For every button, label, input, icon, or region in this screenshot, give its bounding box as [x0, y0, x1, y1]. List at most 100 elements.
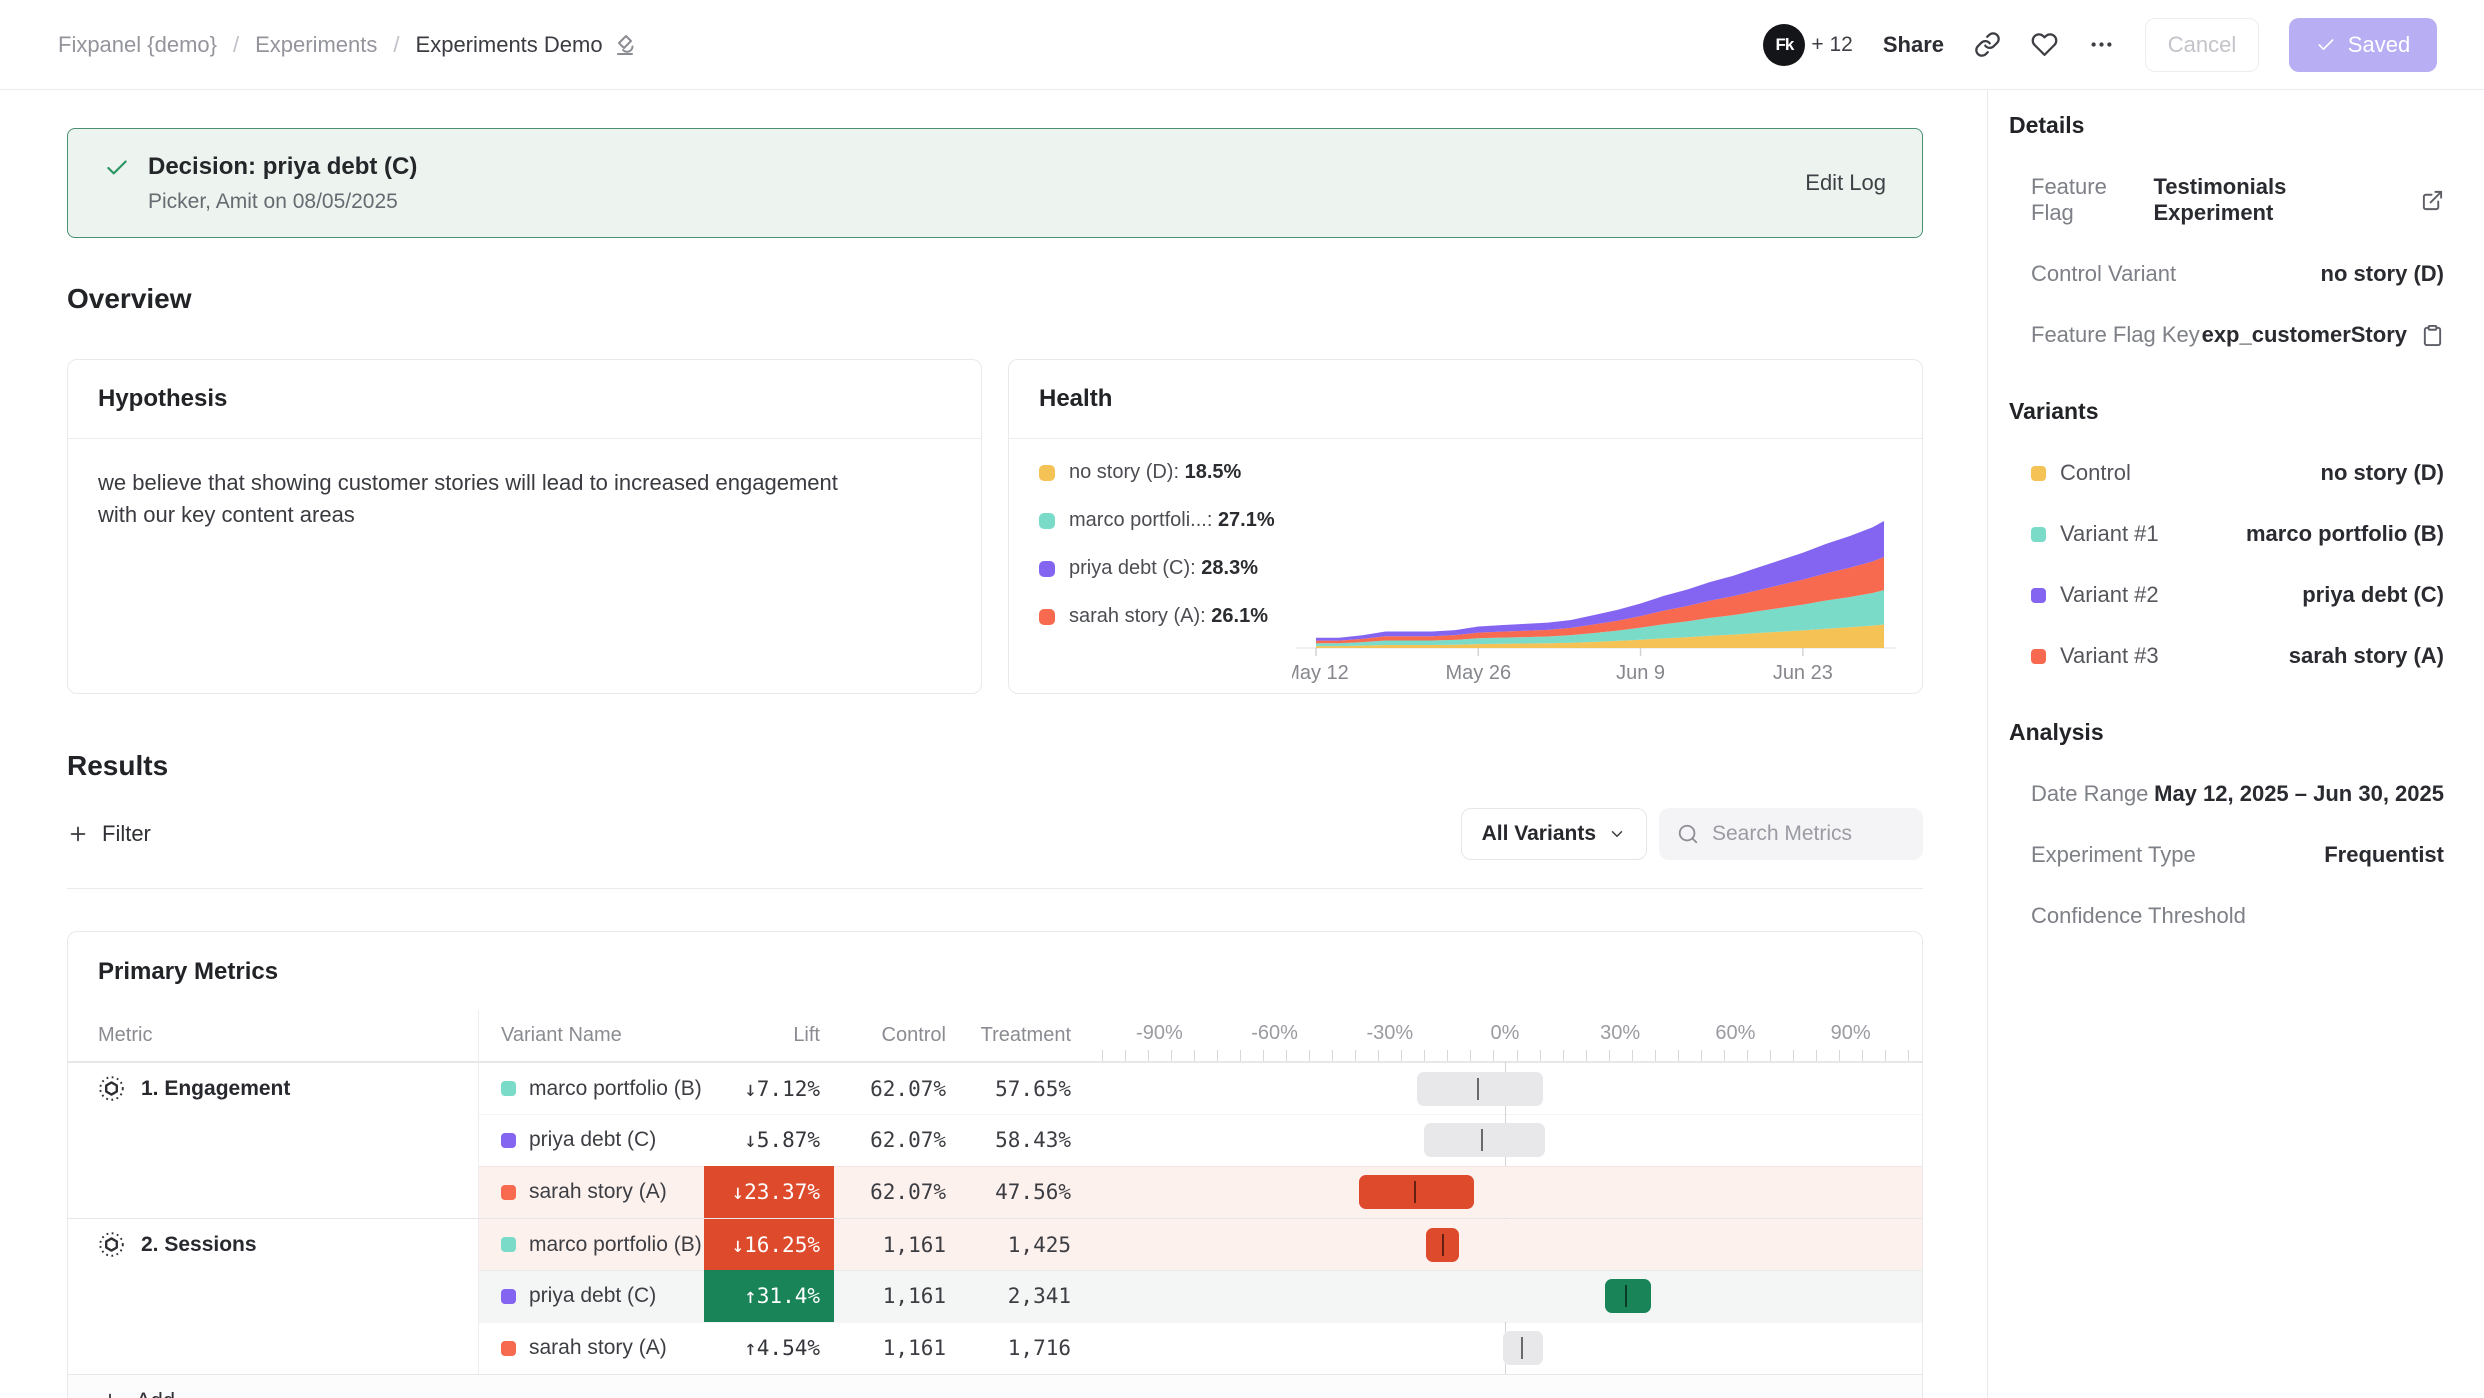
check-icon: [2316, 35, 2336, 55]
filter-label: Filter: [102, 821, 151, 847]
axis-minor-tick: [1286, 1050, 1287, 1061]
avatar[interactable]: Fk: [1763, 24, 1805, 66]
lift-center-tick: [1414, 1181, 1416, 1203]
row-data: priya debt (C)↓5.87%62.07%58.43%: [479, 1114, 1922, 1166]
variant-swatch: [501, 1237, 516, 1252]
column-header-control: Control: [834, 1010, 954, 1061]
axis-minor-tick: [1148, 1050, 1149, 1061]
treatment-cell: 1,716: [954, 1322, 1079, 1374]
variant-swatch: [501, 1341, 516, 1356]
treatment-cell: 47.56%: [954, 1166, 1079, 1218]
sidebar-row-value-text: no story (D): [2321, 460, 2444, 486]
decision-subtitle: Picker, Amit on 08/05/2025: [148, 190, 417, 214]
legend-swatch: [1039, 465, 1055, 481]
axis-minor-tick: [1171, 1050, 1172, 1061]
legend-swatch: [1039, 513, 1055, 529]
edit-log-link[interactable]: Edit Log: [1805, 170, 1886, 196]
x-axis-tick-label: Jun 23: [1773, 662, 1833, 684]
axis-minor-tick: [1678, 1050, 1679, 1061]
plus-icon: [67, 823, 89, 845]
share-button[interactable]: Share: [1883, 32, 1944, 58]
axis-minor-tick: [1770, 1050, 1771, 1061]
sidebar-row-label: Confidence Threshold: [2031, 903, 2246, 929]
collaborators-group[interactable]: Fk + 12: [1763, 24, 1852, 66]
treatment-cell: 58.43%: [954, 1114, 1079, 1166]
axis-minor-tick: [1724, 1050, 1725, 1061]
breadcrumb-separator: /: [233, 32, 239, 58]
sidebar-row-value: exp_customerStory: [2202, 322, 2444, 348]
axis-minor-tick: [1309, 1050, 1310, 1061]
treatment-cell: 57.65%: [954, 1063, 1079, 1114]
collaborators-count: + 12: [1811, 33, 1852, 57]
axis-minor-tick: [1609, 1050, 1610, 1061]
axis-minor-tick: [1217, 1050, 1218, 1061]
hypothesis-body: we believe that showing customer stories…: [68, 439, 898, 559]
sidebar-row-value-text: sarah story (A): [2289, 643, 2444, 669]
x-axis-tick-label: May 12: [1292, 662, 1349, 684]
axis-minor-tick: [1632, 1050, 1633, 1061]
variant-name: marco portfolio (B): [529, 1077, 702, 1101]
health-legend-item: no story (D): 18.5%: [1039, 461, 1275, 484]
sidebar-row-value: Testimonials Experiment: [2154, 174, 2445, 226]
variant-swatch: [2031, 527, 2046, 542]
lift-axis-header: -90%-60%-30%0%30%60%90%: [1079, 1010, 1922, 1061]
add-filter-button[interactable]: Filter: [67, 821, 151, 847]
axis-minor-tick: [1816, 1050, 1817, 1061]
cancel-button[interactable]: Cancel: [2145, 18, 2259, 72]
hypothesis-card: Hypothesis we believe that showing custo…: [67, 359, 982, 694]
plus-icon: [99, 1390, 121, 1398]
control-cell: 1,161: [834, 1322, 954, 1374]
external-link-icon[interactable]: [2421, 189, 2444, 212]
saved-button[interactable]: Saved: [2289, 18, 2437, 72]
variant-swatch: [501, 1289, 516, 1304]
control-cell: 1,161: [834, 1270, 954, 1322]
variant-swatch: [2031, 649, 2046, 664]
axis-minor-tick: [1586, 1050, 1587, 1061]
control-cell: 62.07%: [834, 1114, 954, 1166]
sidebar-row-value: marco portfolio (B): [2246, 521, 2444, 547]
variant-cell: priya debt (C): [479, 1270, 704, 1322]
sidebar-row-value: May 12, 2025 – Jun 30, 2025: [2154, 781, 2444, 807]
sidebar-row-details: Feature Flag Keyexp_customerStory: [2031, 322, 2444, 348]
variants-dropdown[interactable]: All Variants: [1461, 808, 1647, 860]
lift-center-tick: [1521, 1337, 1523, 1359]
heart-icon[interactable]: [2031, 31, 2058, 58]
row-data: sarah story (A)↑4.54%1,1611,716: [479, 1322, 1922, 1374]
metric-cell: 1. Engagement: [68, 1063, 479, 1114]
clipboard-icon[interactable]: [2421, 324, 2444, 347]
breadcrumb-current: Experiments Demo: [416, 32, 637, 58]
more-options-icon[interactable]: [2088, 31, 2115, 58]
decision-banner: Decision: priya debt (C) Picker, Amit on…: [67, 128, 1923, 238]
link-icon[interactable]: [1974, 31, 2001, 58]
legend-label: no story (D): 18.5%: [1069, 461, 1241, 484]
sidebar-row-value-text: Testimonials Experiment: [2154, 174, 2408, 226]
confidence-interval-cell: [1079, 1063, 1922, 1114]
table-row: priya debt (C)↓5.87%62.07%58.43%: [68, 1114, 1922, 1166]
lift-cell: ↑31.4%: [704, 1270, 834, 1322]
axis-minor-tick: [1885, 1050, 1886, 1061]
lift-cell: ↓23.37%: [704, 1166, 834, 1218]
sidebar-row-value: Frequentist: [2324, 842, 2444, 868]
sidebar-row-variants: Variant #1marco portfolio (B): [2031, 521, 2444, 547]
axis-label: -60%: [1251, 1022, 1298, 1045]
sidebar-row-details: Control Variantno story (D): [2031, 261, 2444, 287]
axis-minor-tick: [1378, 1050, 1379, 1061]
breadcrumb-experiments[interactable]: Experiments: [255, 32, 377, 58]
search-input[interactable]: [1712, 822, 1892, 846]
x-axis-tick-label: Jun 9: [1616, 662, 1665, 684]
sidebar-row-label-text: Variant #2: [2060, 582, 2159, 608]
add-metric-button[interactable]: Add: [68, 1374, 1922, 1398]
axis-minor-tick: [1908, 1050, 1909, 1061]
lift-cell: ↓7.12%: [704, 1063, 834, 1114]
sidebar-row-value-text: no story (D): [2321, 261, 2444, 287]
breadcrumb-project[interactable]: Fixpanel {demo}: [58, 32, 217, 58]
primary-metrics-card: Primary Metrics Metric Variant Name Lift…: [67, 931, 1923, 1398]
metric-name: 2. Sessions: [141, 1233, 257, 1257]
metrics-search[interactable]: [1659, 808, 1923, 860]
sidebar-row-value-text: exp_customerStory: [2202, 322, 2407, 348]
legend-swatch: [1039, 609, 1055, 625]
lift-cell: ↓5.87%: [704, 1114, 834, 1166]
row-data: priya debt (C)↑31.4%1,1612,341: [479, 1270, 1922, 1322]
row-data: marco portfolio (B)↓16.25%1,1611,425: [479, 1219, 1922, 1270]
confidence-interval-cell: [1079, 1219, 1922, 1270]
